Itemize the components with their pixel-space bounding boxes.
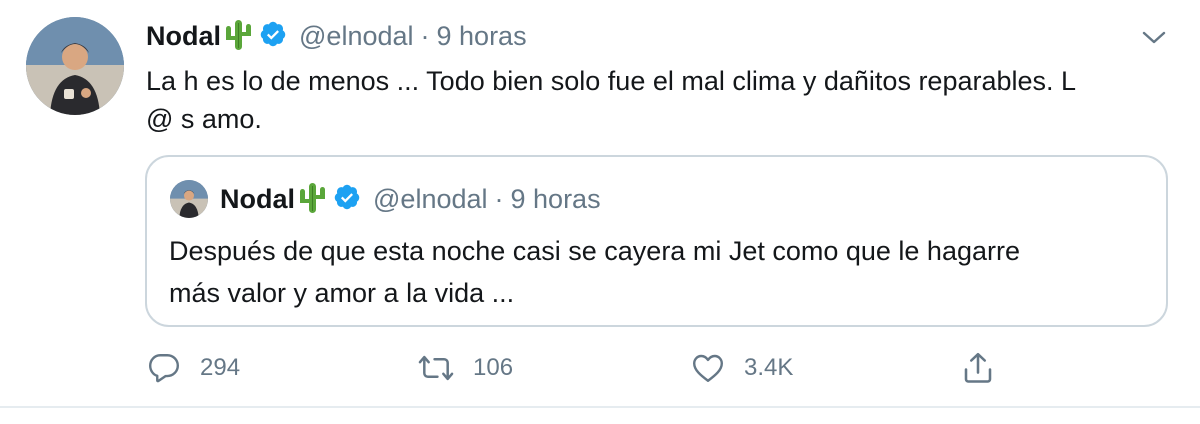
- chevron-down-icon[interactable]: [1139, 23, 1169, 53]
- share-button[interactable]: [960, 348, 996, 388]
- divider: [0, 406, 1200, 408]
- heart-icon: [693, 354, 723, 382]
- reply-count: 294: [200, 354, 241, 381]
- timestamp[interactable]: 9 horas: [437, 21, 527, 52]
- cactus-icon: [223, 18, 253, 55]
- tweet-text: La h es lo de menos ... Todo bien solo f…: [146, 62, 1176, 138]
- display-name[interactable]: Nodal: [146, 21, 221, 52]
- share-icon: [964, 352, 992, 383]
- verified-badge-icon: [333, 183, 361, 216]
- separator-dot: ·: [494, 183, 504, 214]
- tweet[interactable]: Nodal @elnodal · 9 horas La h es lo de m…: [0, 0, 1200, 406]
- like-button[interactable]: 3.4K: [690, 348, 793, 388]
- quoted-text-line: más valor y amor a la vida ...: [169, 278, 515, 308]
- tweet-text-line: @ s amo.: [146, 104, 262, 134]
- quoted-display-name: Nodal: [220, 183, 296, 214]
- avatar[interactable]: [26, 17, 124, 115]
- quoted-avatar: [170, 180, 208, 218]
- tweet-header: Nodal @elnodal · 9 horas: [146, 18, 527, 54]
- quoted-text: Después de que esta noche casi se cayera…: [169, 230, 1149, 314]
- reply-icon: [149, 354, 179, 383]
- quoted-header: Nodal @elnodal · 9 horas: [220, 181, 601, 217]
- handle[interactable]: @elnodal: [299, 21, 414, 52]
- verified-badge-icon: [259, 20, 287, 53]
- quoted-tweet[interactable]: Nodal @elnodal · 9 horas Después de que …: [145, 155, 1168, 327]
- retweet-icon: [418, 355, 454, 381]
- action-bar: 294 106 3.4K: [146, 348, 1016, 388]
- quoted-text-line: Después de que esta noche casi se cayera…: [169, 236, 1020, 266]
- separator-dot: ·: [420, 20, 430, 51]
- retweet-button[interactable]: 106: [417, 348, 513, 388]
- retweet-count: 106: [473, 354, 514, 381]
- quoted-handle: @elnodal: [373, 183, 488, 214]
- avatar-image: [26, 17, 124, 115]
- tweet-text-line: La h es lo de menos ... Todo bien solo f…: [146, 66, 1077, 96]
- quoted-timestamp: 9 horas: [510, 183, 601, 214]
- reply-button[interactable]: 294: [146, 348, 240, 388]
- like-count: 3.4K: [744, 354, 794, 381]
- cactus-icon: [297, 181, 327, 218]
